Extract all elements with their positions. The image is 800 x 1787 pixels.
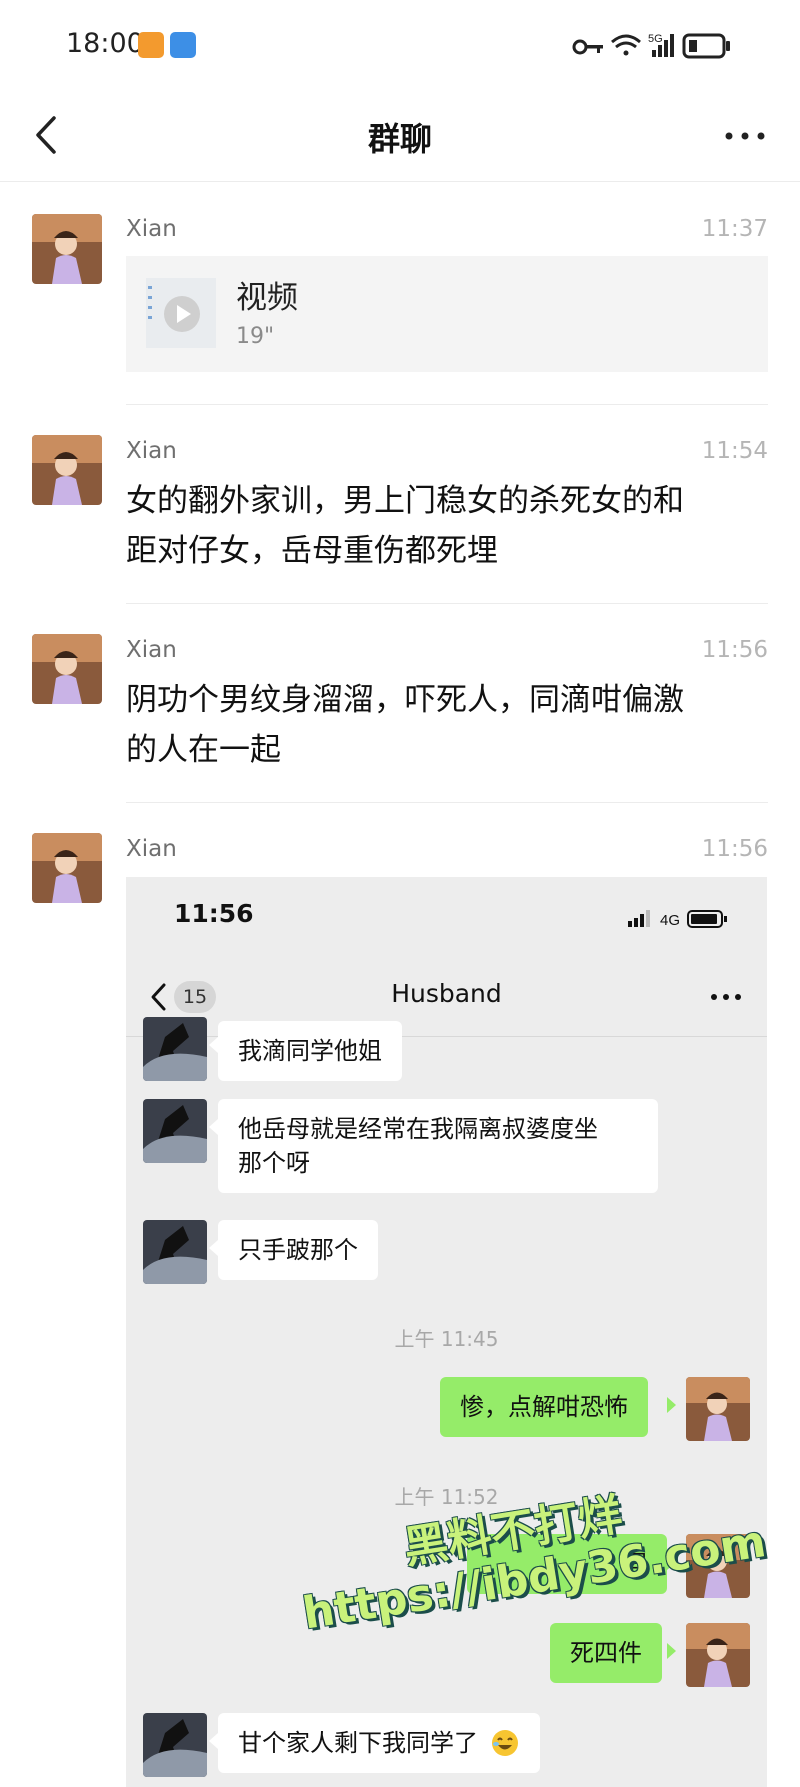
message-time: 11:37: [701, 216, 768, 242]
battery-icon: [687, 910, 727, 928]
message-text[interactable]: 阴功个男纹身溜溜，吓死人，同滴咁偏激 的人在一起: [126, 675, 766, 775]
page-title: 群聊: [367, 120, 432, 158]
video-card[interactable]: 视频 19": [126, 256, 768, 372]
message-time: 11:56: [701, 836, 768, 862]
avatar: [143, 1017, 207, 1081]
avatar[interactable]: [32, 833, 102, 903]
battery-icon: [682, 33, 730, 59]
message-line: 阴功个男纹身溜溜，吓死人，同滴咁偏激: [126, 682, 684, 718]
network-label: 5G: [648, 33, 663, 45]
sender-name: Xian: [126, 438, 177, 464]
sender-name: Xian: [126, 637, 177, 663]
bubble-tail: [667, 1397, 676, 1413]
status-bar: 18:00 5G: [0, 0, 800, 90]
chat-bubble[interactable]: 我滴同学他姐: [218, 1021, 402, 1081]
bubble-line: 甘个家人剩下我同学了: [238, 1729, 478, 1757]
message-item: Xian 11:56 阴功个男纹身溜溜，吓死人，同滴咁偏激 的人在一起: [0, 604, 800, 802]
more-icon[interactable]: [706, 987, 746, 1007]
sender-name: Xian: [126, 216, 177, 242]
more-icon[interactable]: [720, 118, 770, 154]
chat-bubble[interactable]: 甘个家人剩下我同学了: [218, 1713, 540, 1773]
message-item: Xian 11:56: [0, 803, 800, 903]
message-time: 11:56: [701, 637, 768, 663]
message-item: Xian 11:37 视频 19": [0, 182, 800, 382]
chat-bubble[interactable]: 惨，点解咁恐怖: [440, 1377, 648, 1437]
screenshot-status-icons: 4G: [628, 910, 727, 929]
avatar: [686, 1623, 750, 1687]
bubble-tail: [667, 1643, 676, 1659]
bubble-line: 只手跛那个: [238, 1236, 358, 1264]
screenshot-status-time: 11:56: [174, 899, 254, 928]
message-item: Xian 11:54 女的翻外家训，男上门稳女的杀死女的和 距对仔女，岳母重伤都…: [0, 405, 800, 603]
video-title: 视频: [236, 280, 298, 316]
key-icon: [572, 39, 603, 55]
wifi-icon: [611, 34, 641, 56]
sender-name: Xian: [126, 836, 177, 862]
status-time: 18:00: [66, 28, 144, 59]
chat-bubble[interactable]: 他岳母就是经常在我隔离叔婆度坐 那个呀: [218, 1099, 658, 1193]
avatar: [143, 1220, 207, 1284]
avatar: [143, 1713, 207, 1777]
message-time: 11:54: [701, 438, 768, 464]
screenshot-status-bar: 11:56 4G: [126, 877, 767, 957]
timestamp: 上午 11:45: [394, 1327, 499, 1351]
signal-icon: [628, 910, 650, 927]
avatar[interactable]: [32, 435, 102, 505]
bubble-line: 惨，点解咁恐怖: [460, 1393, 628, 1421]
avatar[interactable]: [32, 634, 102, 704]
screenshot-chat-title: Husband: [391, 979, 502, 1008]
bubble-line: 我滴同学他姐: [238, 1037, 382, 1065]
message-line: 女的翻外家训，男上门稳女的杀死女的和: [126, 483, 684, 519]
bubble-line: 死四件: [570, 1639, 642, 1667]
app-notification-icon: [170, 32, 196, 58]
video-duration: 19": [236, 324, 275, 349]
app-notification-icon: [138, 32, 164, 58]
message-line: 的人在一起: [126, 732, 281, 768]
avatar[interactable]: [32, 214, 102, 284]
avatar: [686, 1377, 750, 1441]
bubble-tail: [209, 1037, 218, 1053]
laughing-emoji-icon: [491, 1730, 518, 1756]
bubble-line: 那个呀: [238, 1149, 310, 1177]
chat-header: 群聊: [0, 90, 800, 182]
chat-bubble[interactable]: 只手跛那个: [218, 1220, 378, 1280]
message-text[interactable]: 女的翻外家训，男上门稳女的杀死女的和 距对仔女，岳母重伤都死埋: [126, 476, 766, 576]
bubble-tail: [209, 1240, 218, 1256]
bubble-line: 他岳母就是经常在我隔离叔婆度坐: [238, 1115, 598, 1143]
video-thumbnail: [146, 278, 216, 348]
status-icons: 5G: [572, 33, 730, 59]
avatar: [143, 1099, 207, 1163]
network-label: 4G: [660, 912, 680, 929]
bubble-tail: [209, 1733, 218, 1749]
message-line: 距对仔女，岳母重伤都死埋: [126, 533, 498, 569]
bubble-tail: [209, 1119, 218, 1135]
